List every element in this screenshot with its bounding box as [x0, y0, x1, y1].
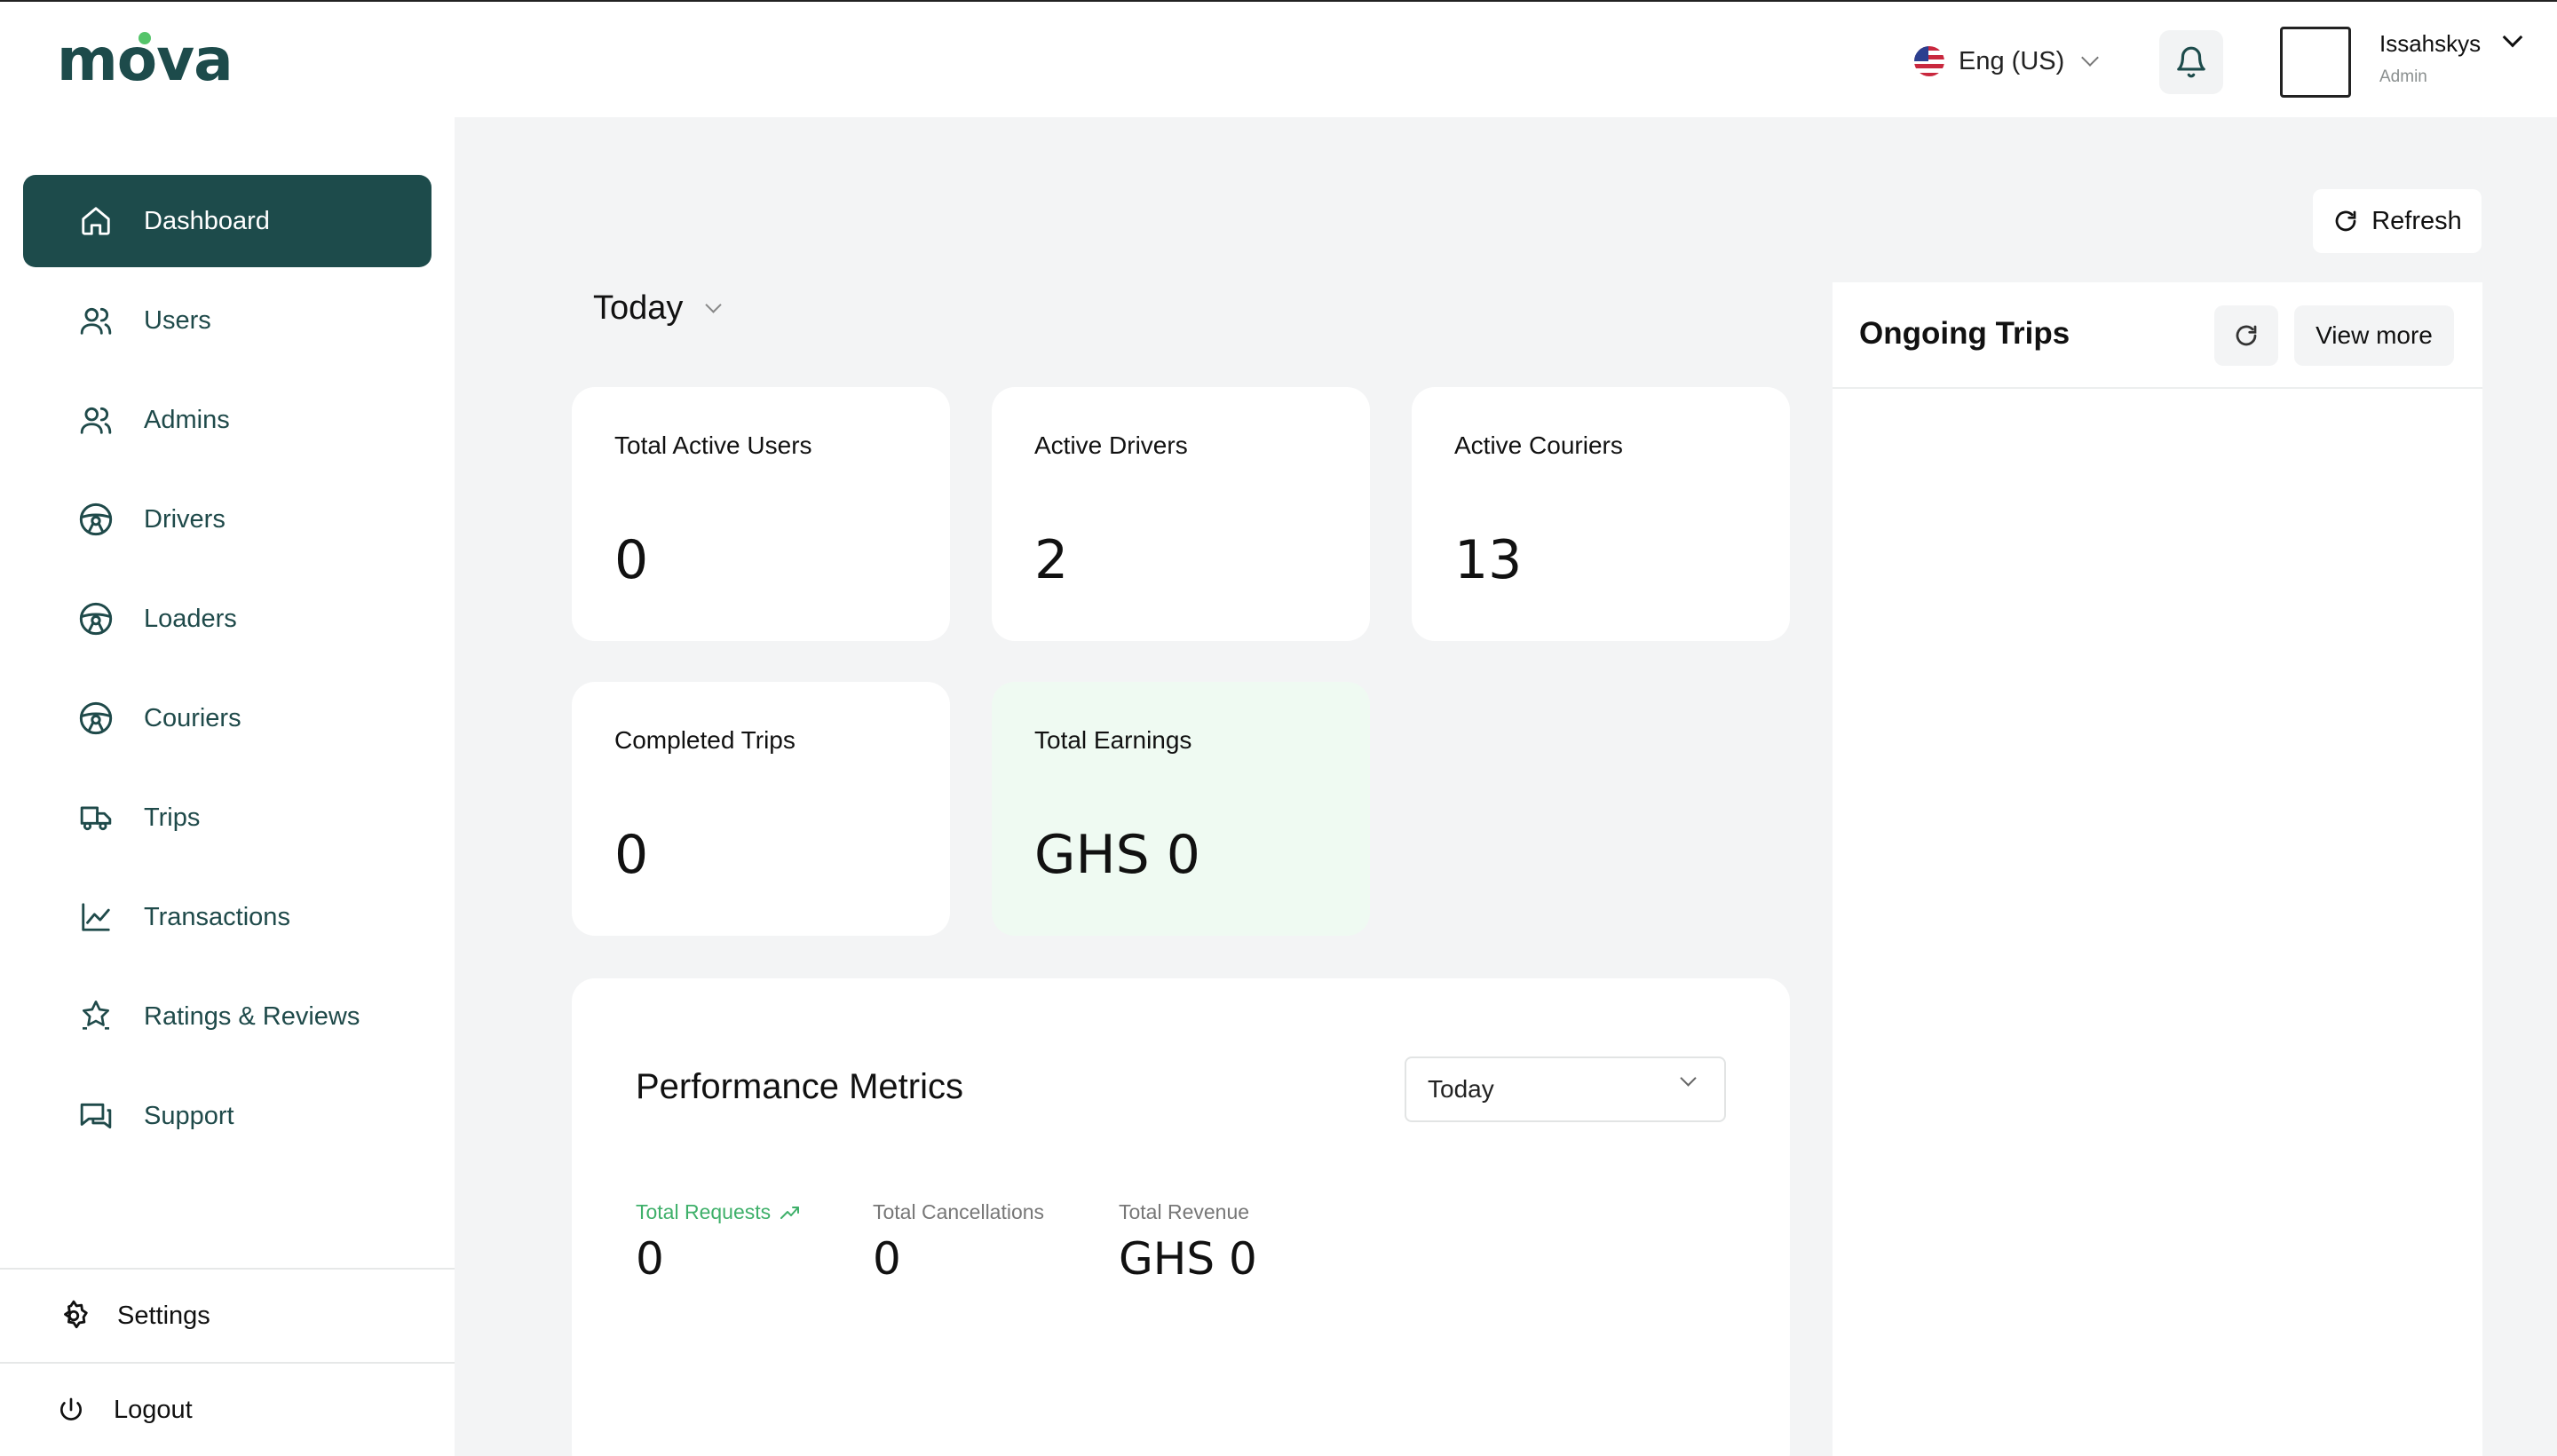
- sidebar-item-label: Support: [144, 1101, 234, 1130]
- ongoing-trips-header: Ongoing Trips View more: [1833, 282, 2482, 389]
- home-icon: [78, 203, 114, 239]
- stat-card-active-drivers: Active Drivers 2: [992, 387, 1370, 641]
- stat-card-value: GHS 0: [1034, 824, 1200, 886]
- metric-label-text: Total Requests: [636, 1200, 772, 1223]
- language-label: Eng (US): [1959, 46, 2065, 75]
- performance-metrics-panel: Performance Metrics Today Total Requests…: [572, 978, 1790, 1456]
- sidebar-item-label: Admins: [144, 405, 230, 434]
- stat-card-value: 2: [1034, 529, 1069, 591]
- users-icon: [78, 303, 114, 338]
- stat-card-label: Total Active Users: [614, 431, 812, 459]
- metric-label: Total Revenue: [1119, 1200, 1250, 1223]
- user-menu-chevron-icon[interactable]: [2502, 27, 2523, 48]
- sidebar-item-label: Drivers: [144, 504, 226, 534]
- stat-card-total-earnings: Total Earnings GHS 0: [992, 682, 1370, 936]
- steering-wheel-icon: [78, 700, 114, 736]
- chat-icon: [78, 1098, 114, 1134]
- top-header: mova Eng (US) Issahskys Admin: [0, 2, 2557, 117]
- user-name: Issahskys: [2379, 30, 2482, 57]
- sidebar-item-label: Trips: [144, 803, 201, 832]
- logo-dot: [139, 32, 151, 44]
- sidebar-item-label: Ratings & Reviews: [144, 1001, 360, 1031]
- metric-value: 0: [636, 1233, 664, 1285]
- sidebar-item-users[interactable]: Users: [23, 274, 431, 367]
- refresh-button[interactable]: Refresh: [2313, 189, 2482, 253]
- gear-icon: [64, 1300, 88, 1329]
- sidebar-item-label: Users: [144, 305, 211, 335]
- sidebar-item-admins[interactable]: Admins: [23, 374, 431, 466]
- stat-card-completed-trips: Completed Trips 0: [572, 682, 950, 936]
- period-selector[interactable]: Today: [593, 289, 723, 328]
- chevron-down-icon: [705, 297, 723, 313]
- stat-card-total-active-users: Total Active Users 0: [572, 387, 950, 641]
- sidebar-item-support[interactable]: Support: [23, 1070, 431, 1162]
- stat-card-value: 13: [1454, 529, 1523, 591]
- metric-label: Total Cancellations: [873, 1200, 1045, 1223]
- ongoing-trips-title: Ongoing Trips: [1859, 316, 2070, 351]
- chevron-down-icon: [2081, 49, 2100, 67]
- chevron-down-icon: [1680, 1070, 1697, 1087]
- notifications-button[interactable]: [2159, 30, 2223, 94]
- truck-icon: [78, 800, 114, 835]
- refresh-label: Refresh: [2371, 206, 2462, 235]
- power-icon: [60, 1397, 82, 1420]
- refresh-icon: [2236, 325, 2257, 346]
- metric-value: 0: [873, 1233, 901, 1285]
- users-icon: [78, 402, 114, 438]
- sidebar-item-label: Dashboard: [144, 206, 270, 235]
- metric-total-revenue: Total Revenue GHS 0: [1119, 1200, 1257, 1285]
- sidebar-item-label: Couriers: [144, 703, 241, 732]
- stat-card-value: 0: [614, 529, 649, 591]
- metric-total-cancellations: Total Cancellations 0: [873, 1200, 1044, 1285]
- stat-card-label: Active Drivers: [1034, 431, 1188, 459]
- trend-up-icon: [780, 1206, 800, 1219]
- sidebar-item-trips[interactable]: Trips: [23, 772, 431, 864]
- view-more-button[interactable]: View more: [2294, 305, 2454, 366]
- metric-label: Total Requests: [636, 1200, 801, 1224]
- select-value: Today: [1428, 1075, 1494, 1103]
- metric-value: GHS 0: [1119, 1233, 1257, 1285]
- steering-wheel-icon: [78, 502, 114, 537]
- sidebar-item-dashboard[interactable]: Dashboard: [23, 175, 431, 267]
- logout-button[interactable]: Logout: [0, 1364, 455, 1456]
- steering-wheel-icon: [78, 601, 114, 637]
- sidebar-item-ratings-reviews[interactable]: Ratings & Reviews: [23, 970, 431, 1063]
- sidebar: Dashboard Users Admins Drivers Loaders C…: [0, 117, 455, 1456]
- metric-total-requests: Total Requests 0: [636, 1200, 801, 1285]
- refresh-icon: [2335, 210, 2356, 232]
- stat-card-active-couriers: Active Couriers 13: [1412, 387, 1790, 641]
- stat-card-value: 0: [614, 824, 649, 886]
- ongoing-trips-panel: Ongoing Trips View more: [1833, 282, 2482, 1456]
- stat-card-label: Active Couriers: [1454, 431, 1623, 459]
- stat-card-label: Completed Trips: [614, 726, 796, 754]
- ongoing-trips-refresh-button[interactable]: [2214, 305, 2278, 366]
- period-label: Today: [593, 289, 684, 327]
- user-role: Admin: [2379, 67, 2427, 86]
- avatar[interactable]: [2280, 27, 2351, 98]
- language-selector[interactable]: Eng (US): [1914, 39, 2100, 83]
- settings-button[interactable]: Settings: [0, 1270, 455, 1362]
- logo[interactable]: mova: [57, 26, 234, 94]
- sidebar-item-couriers[interactable]: Couriers: [23, 672, 431, 764]
- sidebar-item-drivers[interactable]: Drivers: [23, 473, 431, 566]
- sidebar-item-loaders[interactable]: Loaders: [23, 573, 431, 665]
- bell-icon: [2177, 46, 2205, 78]
- sidebar-item-label: Loaders: [144, 604, 237, 633]
- performance-period-select[interactable]: Today: [1405, 1056, 1726, 1122]
- us-flag-icon: [1914, 46, 1944, 76]
- performance-title: Performance Metrics: [636, 1067, 963, 1106]
- stat-card-label: Total Earnings: [1034, 726, 1192, 754]
- sidebar-item-transactions[interactable]: Transactions: [23, 871, 431, 963]
- logout-label: Logout: [114, 1395, 193, 1424]
- sidebar-item-label: Transactions: [144, 902, 290, 931]
- star-badge-icon: [78, 999, 114, 1034]
- line-chart-icon: [78, 899, 114, 935]
- settings-label: Settings: [117, 1301, 210, 1330]
